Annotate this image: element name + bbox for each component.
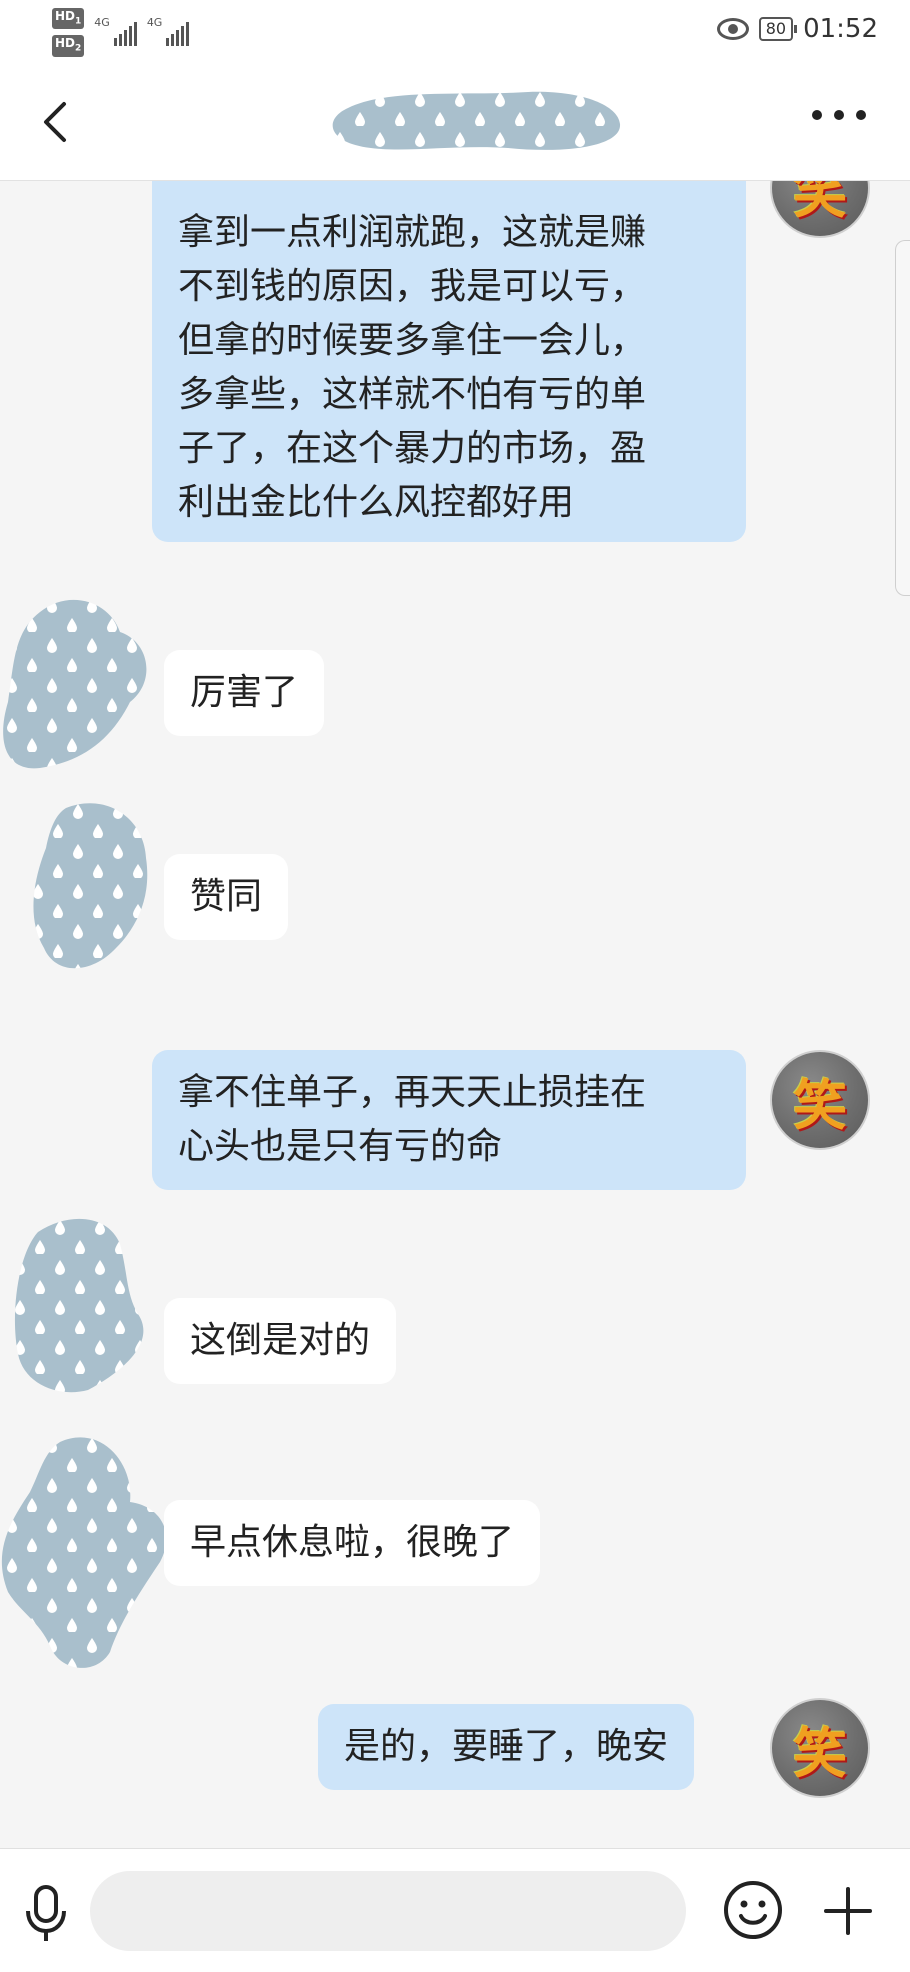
message-bubble-mine[interactable]: 是的，要睡了，晚安 <box>318 1704 695 1790</box>
message-bubble-mine[interactable]: 拿到一点利润就跑，这就是赚 不到钱的原因，我是可以亏， 但拿的时候要多拿住一会儿… <box>152 180 746 542</box>
signal-icon-1: 4G <box>94 16 137 46</box>
status-bar: HD1 HD2 4G 4G 80 01:52 <box>0 0 910 62</box>
battery-icon: 80 <box>758 17 798 41</box>
message-list[interactable]: 拿到一点利润就跑，这就是赚 不到钱的原因，我是可以亏， 但拿的时候要多拿住一会儿… <box>0 180 910 1848</box>
status-right: 80 01:52 <box>716 14 878 44</box>
avatar-other-redacted[interactable] <box>0 1432 180 1672</box>
avatar-other-redacted[interactable] <box>0 592 160 772</box>
chevron-left-icon[interactable] <box>34 98 82 146</box>
hd-badge-1: HD1 <box>52 8 85 30</box>
emoji-icon[interactable] <box>722 1879 784 1941</box>
scroll-handle[interactable] <box>895 240 910 596</box>
avatar-other-redacted[interactable] <box>8 1214 168 1394</box>
avatar-me[interactable]: 笑 <box>770 1698 870 1798</box>
clock: 01:52 <box>803 14 878 44</box>
message-bubble-other[interactable]: 厉害了 <box>164 650 325 736</box>
hd-badge-2: HD2 <box>52 35 85 57</box>
eye-comfort-icon <box>716 18 749 40</box>
avatar-me[interactable]: 笑 <box>770 180 870 238</box>
status-left: HD1 HD2 4G 4G <box>52 8 190 57</box>
input-bar <box>0 1848 910 1972</box>
chat-header <box>0 62 910 181</box>
more-dots-icon[interactable] <box>812 110 866 120</box>
message-bubble-other[interactable]: 赞同 <box>164 854 289 940</box>
plus-icon[interactable] <box>822 1885 874 1937</box>
avatar-me[interactable]: 笑 <box>770 1050 870 1150</box>
message-bubble-mine[interactable]: 拿不住单子，再天天止损挂在 心头也是只有亏的命 <box>152 1050 746 1190</box>
chat-title-redacted <box>332 91 621 150</box>
message-bubble-other[interactable]: 这倒是对的 <box>164 1298 397 1384</box>
signal-icon-2: 4G <box>147 16 190 46</box>
microphone-icon[interactable] <box>20 1883 72 1943</box>
message-bubble-other[interactable]: 早点休息啦，很晚了 <box>164 1500 541 1586</box>
message-input[interactable] <box>90 1871 686 1951</box>
avatar-other-redacted[interactable] <box>26 798 166 978</box>
